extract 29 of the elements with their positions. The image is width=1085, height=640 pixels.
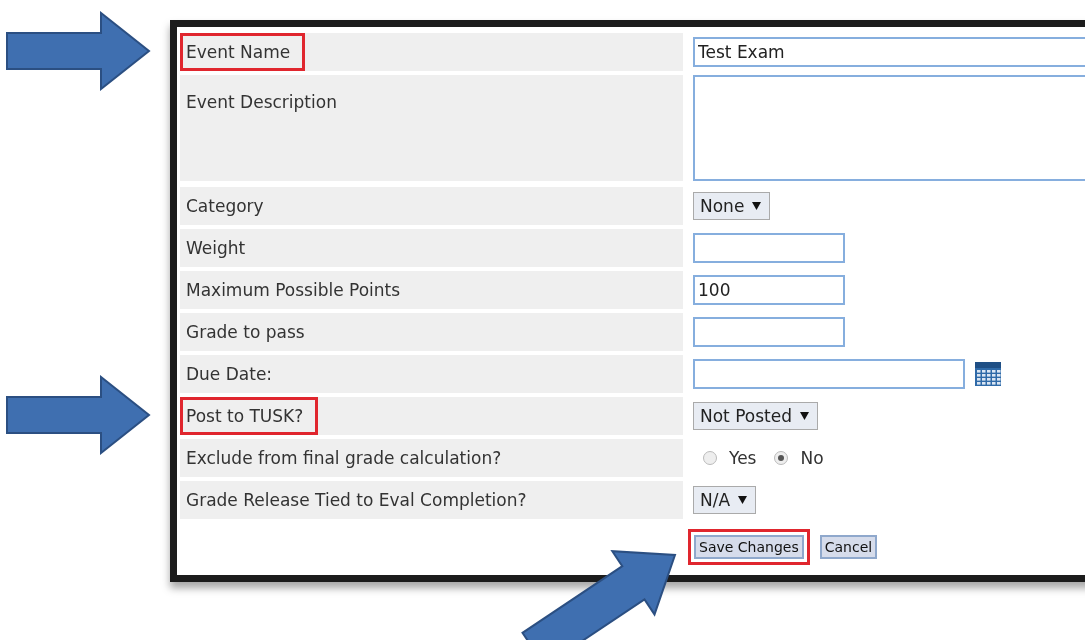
field-label: Exclude from final grade calculation? xyxy=(185,447,503,470)
caret-icon xyxy=(738,496,748,504)
field-label: Event Name xyxy=(180,33,306,71)
date-field[interactable] xyxy=(693,359,965,389)
field-label: Category xyxy=(185,195,265,218)
dropdown[interactable]: Not Posted xyxy=(693,402,818,430)
dropdown[interactable]: None xyxy=(693,192,771,220)
text-field[interactable]: 100 xyxy=(693,275,845,305)
caret-icon xyxy=(752,202,762,210)
text-field[interactable] xyxy=(693,233,845,263)
text-field[interactable]: Test Exam xyxy=(693,37,1085,67)
text-field[interactable] xyxy=(693,317,845,347)
dropdown[interactable]: N/A xyxy=(693,486,757,514)
radio-label: No xyxy=(800,448,824,468)
field-label: Grade to pass xyxy=(185,321,306,344)
field-label: Weight xyxy=(185,237,247,260)
radio-button[interactable] xyxy=(703,451,717,465)
caret-icon xyxy=(800,412,809,420)
radio-label: Yes xyxy=(729,448,757,468)
field-label: Grade Release Tied to Eval Completion? xyxy=(185,489,528,512)
text-area[interactable] xyxy=(693,75,1085,181)
calendar-icon[interactable] xyxy=(975,362,1001,386)
field-label: Maximum Possible Points xyxy=(185,279,402,302)
field-label: Event Description xyxy=(185,91,338,114)
form-button[interactable]: Save Changes xyxy=(694,535,804,559)
field-label: Due Date: xyxy=(185,363,274,386)
radio-button[interactable] xyxy=(774,451,789,465)
form-button[interactable]: Cancel xyxy=(819,535,878,559)
field-label: Post to TUSK? xyxy=(180,397,319,435)
